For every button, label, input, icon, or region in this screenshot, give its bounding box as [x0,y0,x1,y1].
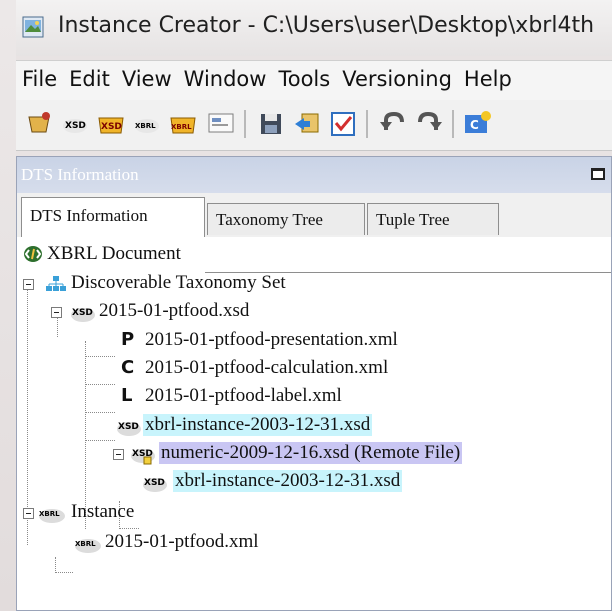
tab-tuple-tree[interactable]: Tuple Tree [367,203,499,235]
tree-label: 2015-01-ptfood.xsd [99,300,250,321]
open-xbrl-icon[interactable]: XBRL [168,108,198,138]
menu-edit[interactable]: Edit [63,61,116,91]
tree-node-instance-xsd-nested[interactable]: XSD xbrl-instance-2003-12-31.xsd [141,468,561,496]
tree-connector [55,557,56,571]
xsd-badge-text: XSD [101,122,122,132]
tree-node-calculation[interactable]: C 2015-01-ptfood-calculation.xml [115,355,535,383]
tree-node-schema[interactable]: XSD 2015-01-ptfood.xsd [49,298,449,326]
dts-tree: XBRL Document Discoverable Taxonomy Set [17,241,611,611]
tree-connector [85,384,115,385]
svg-text:C: C [470,118,479,132]
import-icon[interactable] [292,108,322,138]
app-window: Instance Creator - C:\Users\user\Desktop… [16,0,612,611]
menu-tools[interactable]: Tools [272,61,336,91]
tree-node-xbrl-document[interactable]: XBRL Document [23,241,323,269]
new-document-icon[interactable] [24,108,54,138]
tree-label: Discoverable Taxonomy Set [71,272,286,293]
undo-icon[interactable] [378,108,408,138]
panel-title: DTS Information [17,157,611,193]
menu-window[interactable]: Window [178,61,273,91]
tree-label: 2015-01-ptfood.xml [105,531,259,552]
tree-connector [55,572,73,573]
save-icon[interactable] [256,108,286,138]
maximize-icon[interactable] [591,168,605,180]
presentation-icon: P [121,329,135,350]
tree-label: numeric-2009-12-16.xsd (Remote File) [159,442,463,464]
tab-dts-information[interactable]: DTS Information [21,197,205,237]
menu-help[interactable]: Help [458,61,518,91]
xbrl-badge-text: XBRL [135,122,156,130]
tree-label: 2015-01-ptfood-label.xml [145,385,342,406]
menu-versioning[interactable]: Versioning [336,61,458,91]
redo-icon[interactable] [414,108,444,138]
xbrl-file-icon: XBRL [75,539,101,553]
xsd-file-icon: XSD [143,478,167,492]
collapse-icon[interactable] [51,307,62,318]
xsd-badge-text: XSD [65,121,86,131]
tree-node-instance-file[interactable]: XBRL 2015-01-ptfood.xml [73,529,413,557]
tree-label: Instance [71,501,135,522]
xbrl-file-icon: XBRL [39,509,65,523]
open-xsd-icon[interactable]: XSD [96,108,126,138]
tree-label: xbrl-instance-2003-12-31.xsd [143,414,373,436]
collapse-icon[interactable] [113,449,124,460]
xbrl-badge-text: XBRL [171,123,192,131]
tree-node-label[interactable]: L 2015-01-ptfood-label.xml [115,383,535,411]
taxonomy-set-icon [46,276,66,291]
tab-taxonomy-tree[interactable]: Taxonomy Tree [207,203,365,235]
xsd-file-icon: XSD [71,308,95,322]
tree-label: 2015-01-ptfood-presentation.xml [145,329,398,350]
toolbar-separator [244,110,246,138]
xsd-badge-text: XSD [144,478,165,488]
tree-node-dts[interactable]: Discoverable Taxonomy Set [21,270,421,298]
toolbar-separator [366,110,368,138]
new-xbrl-icon[interactable]: XBRL [132,108,162,138]
calculation-icon: C [121,357,135,378]
comparison-icon[interactable]: C [462,108,492,138]
panel-tabs: DTS Information Taxonomy Tree Tuple Tree [17,193,611,273]
xbrl-badge-text: XBRL [75,540,96,548]
tree-node-instance-xsd[interactable]: XSD xbrl-instance-2003-12-31.xsd [115,412,535,440]
form-view-icon[interactable] [206,108,236,138]
tree-connector [85,412,115,413]
xsd-file-icon: XSD [117,422,141,436]
app-icon [22,16,44,38]
toolbar-separator [452,110,454,138]
dts-information-panel: DTS Information DTS Information Taxonomy… [16,156,612,611]
menu-file[interactable]: File [16,61,63,91]
window-title: Instance Creator - C:\Users\user\Desktop… [58,13,595,38]
desktop-background [0,0,16,611]
xbrl-badge-text: XBRL [39,510,60,518]
validate-icon[interactable] [328,108,358,138]
label-linkbase-icon: L [121,385,133,406]
tree-connector [85,356,115,357]
menu-view[interactable]: View [116,61,178,91]
remote-xsd-file-icon: XSD [131,449,155,465]
collapse-icon[interactable] [23,279,34,290]
new-xsd-icon[interactable]: XSD [60,108,90,138]
tree-node-presentation[interactable]: P 2015-01-ptfood-presentation.xml [115,327,535,355]
tree-node-numeric[interactable]: XSD numeric-2009-12-16.xsd (Remote File) [111,440,591,468]
xbrl-document-icon [24,246,42,262]
tree-node-instance[interactable]: XBRL Instance [21,499,321,527]
toolbar: XSD XSD XBRL XBRL C [16,100,612,151]
menu-bar: File Edit View Window Tools Versioning Help [16,60,612,101]
xsd-badge-text: XSD [118,422,139,432]
collapse-icon[interactable] [23,508,34,519]
tree-label: XBRL Document [47,243,181,264]
tree-label: 2015-01-ptfood-calculation.xml [145,357,389,378]
title-bar[interactable]: Instance Creator - C:\Users\user\Desktop… [16,0,612,56]
tree-label: xbrl-instance-2003-12-31.xsd [173,470,403,492]
xsd-badge-text: XSD [72,308,93,318]
